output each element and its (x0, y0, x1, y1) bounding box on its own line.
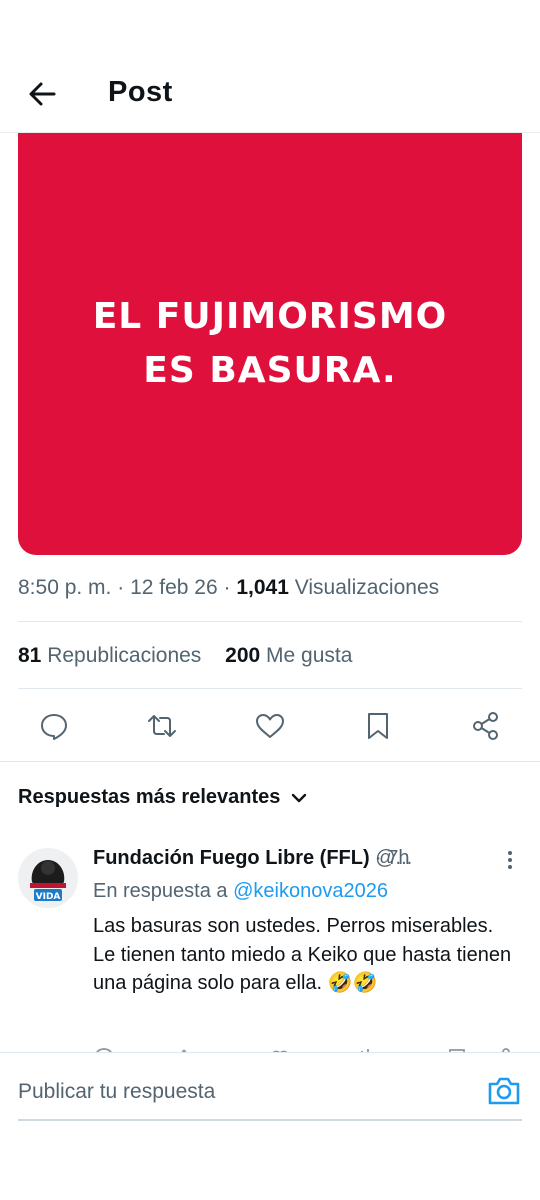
views-count: 1,041 (236, 576, 289, 599)
reposts-label: Republicaciones (47, 644, 202, 667)
in-reply-to: En respuesta a @keikonova2026 (93, 880, 388, 903)
avatar-image: VIDA (18, 848, 78, 908)
likes-label: Me gusta (266, 644, 353, 667)
repost-button[interactable] (146, 710, 178, 742)
meta-separator: · (223, 576, 231, 599)
post-stats: 81 Republicaciones 200 Me gusta (18, 644, 370, 668)
chevron-down-icon (292, 793, 307, 802)
arrow-left-icon (29, 82, 56, 106)
reposts-count: 81 (18, 644, 42, 667)
likes-stat[interactable]: 200 Me gusta (225, 644, 352, 668)
more-vertical-icon (508, 851, 512, 869)
svg-text:VIDA: VIDA (36, 892, 61, 902)
divider (18, 621, 522, 622)
post-image[interactable]: EL FUJIMORISMO ES BASURA. (18, 133, 522, 555)
reply-composer (0, 1052, 540, 1200)
meta-separator: · (117, 576, 125, 599)
post-date: 12 feb 26 (130, 576, 218, 599)
post-time: 8:50 p. m. (18, 576, 112, 599)
divider (18, 688, 522, 689)
in-reply-prefix: En respuesta a (93, 880, 228, 902)
camera-button[interactable] (486, 1073, 522, 1109)
reply-button[interactable] (38, 710, 70, 742)
post-image-text: EL FUJIMORISMO ES BASURA. (92, 296, 448, 391)
bookmark-button[interactable] (362, 710, 394, 742)
replies-sort-label: Respuestas más relevantes (18, 786, 281, 808)
input-underline (18, 1119, 522, 1121)
more-options-button[interactable] (502, 848, 518, 872)
page-title: Post (108, 76, 173, 108)
in-reply-handle-link[interactable]: @keikonova2026 (233, 880, 388, 902)
reply-icon (41, 714, 67, 740)
reply-actions-peek (0, 1043, 540, 1052)
reply-author-name[interactable]: Fundación Fuego Libre (FFL) (93, 847, 370, 869)
camera-icon (488, 1077, 520, 1105)
likes-count: 200 (225, 644, 261, 667)
post-actions-bar (0, 700, 540, 752)
reply-header: Fundación Fuego Libre (FFL) @... (93, 847, 522, 870)
reply-input[interactable] (18, 1075, 458, 1109)
share-icon (473, 712, 498, 740)
reply-text: Las basuras son ustedes. Perros miserabl… (93, 915, 512, 994)
share-button[interactable] (470, 710, 502, 742)
like-button[interactable] (254, 710, 286, 742)
divider (0, 761, 540, 762)
repost-icon (148, 715, 176, 737)
avatar[interactable]: VIDA (18, 848, 78, 908)
back-button[interactable] (22, 74, 62, 114)
top-app-bar: Post (0, 0, 540, 133)
like-icon (256, 714, 284, 738)
replies-sort-toggle[interactable]: Respuestas más relevantes (18, 786, 308, 809)
reply-time: · 7h (375, 847, 410, 869)
reposts-stat[interactable]: 81 Republicaciones (18, 644, 201, 668)
post-meta: 8:50 p. m. · 12 feb 26 · 1,041 Visualiza… (18, 576, 439, 600)
reply-item[interactable]: VIDA Fundación Fuego Libre (FFL) @... · … (18, 842, 522, 1052)
bookmark-icon (368, 713, 388, 739)
views-label: Visualizaciones (294, 576, 440, 599)
